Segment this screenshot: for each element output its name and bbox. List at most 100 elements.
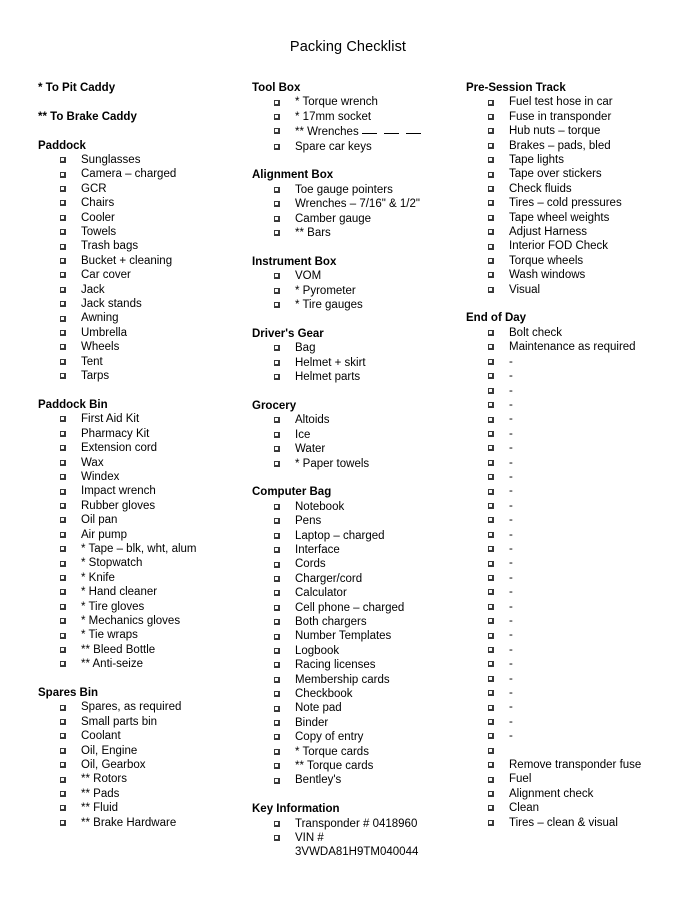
checklist-item[interactable]: - xyxy=(466,628,691,642)
checkbox-icon[interactable] xyxy=(274,763,280,770)
checkbox-icon[interactable] xyxy=(274,417,280,424)
checkbox-icon[interactable] xyxy=(60,762,66,769)
checklist-item[interactable]: Binder xyxy=(252,716,462,730)
checkbox-icon[interactable] xyxy=(488,128,494,135)
checkbox-icon[interactable] xyxy=(488,574,494,581)
checkbox-icon[interactable] xyxy=(488,200,494,207)
checklist-item[interactable]: Visual xyxy=(466,283,691,297)
checklist-item[interactable]: Bolt check xyxy=(466,326,691,340)
checkbox-icon[interactable] xyxy=(60,459,66,466)
checklist-item[interactable]: VOM xyxy=(252,269,462,283)
checkbox-icon[interactable] xyxy=(488,186,494,193)
checklist-item[interactable]: Wax xyxy=(38,456,243,470)
checkbox-icon[interactable] xyxy=(274,345,280,352)
checklist-item[interactable]: - xyxy=(466,542,691,556)
checkbox-icon[interactable] xyxy=(274,187,280,194)
checkbox-icon[interactable] xyxy=(274,503,280,510)
checklist-item[interactable] xyxy=(466,744,691,758)
checkbox-icon[interactable] xyxy=(274,99,280,106)
checklist-item[interactable]: * Pyrometer xyxy=(252,284,462,298)
checklist-item[interactable]: - xyxy=(466,672,691,686)
checkbox-icon[interactable] xyxy=(60,171,66,178)
checkbox-icon[interactable] xyxy=(488,114,494,120)
checklist-item[interactable]: - xyxy=(466,585,691,599)
checkbox-icon[interactable] xyxy=(488,546,494,553)
checkbox-icon[interactable] xyxy=(274,820,280,827)
checkbox-icon[interactable] xyxy=(274,431,280,438)
checkbox-icon[interactable] xyxy=(488,330,494,337)
checkbox-icon[interactable] xyxy=(60,546,66,553)
checkbox-icon[interactable] xyxy=(488,661,494,668)
checkbox-icon[interactable] xyxy=(60,315,66,322)
checklist-item[interactable]: Coolant xyxy=(38,729,243,743)
checkbox-icon[interactable] xyxy=(488,647,494,654)
checkbox-icon[interactable] xyxy=(274,547,280,554)
checkbox-icon[interactable] xyxy=(488,719,494,726)
checklist-item[interactable]: Number Templates xyxy=(252,629,462,643)
checkbox-icon[interactable] xyxy=(60,474,66,481)
checkbox-icon[interactable] xyxy=(488,805,494,812)
checkbox-icon[interactable] xyxy=(274,777,280,784)
checkbox-icon[interactable] xyxy=(60,618,66,625)
checklist-item[interactable]: VIN # xyxy=(252,831,462,845)
checklist-item[interactable]: Awning xyxy=(38,311,243,325)
checkbox-icon[interactable] xyxy=(60,229,66,236)
checklist-item[interactable]: Fuel xyxy=(466,772,691,786)
checkbox-icon[interactable] xyxy=(60,531,66,538)
checkbox-icon[interactable] xyxy=(274,287,280,294)
checklist-item[interactable]: Racing licenses xyxy=(252,658,462,672)
checkbox-icon[interactable] xyxy=(488,373,494,380)
checkbox-icon[interactable] xyxy=(274,633,280,640)
checklist-item[interactable]: Wrenches – 7/16" & 1/2" xyxy=(252,197,462,211)
checkbox-icon[interactable] xyxy=(488,402,494,409)
checklist-item[interactable]: Umbrella xyxy=(38,326,243,340)
checklist-item[interactable]: - xyxy=(466,556,691,570)
checkbox-icon[interactable] xyxy=(488,776,494,783)
checkbox-icon[interactable] xyxy=(488,272,494,279)
checkbox-icon[interactable] xyxy=(274,518,280,525)
checklist-item[interactable]: Tires – cold pressures xyxy=(466,196,691,210)
checklist-item[interactable]: Tires – clean & visual xyxy=(466,816,691,830)
checkbox-icon[interactable] xyxy=(274,374,280,381)
checkbox-icon[interactable] xyxy=(274,835,280,842)
checkbox-icon[interactable] xyxy=(274,114,280,120)
checkbox-icon[interactable] xyxy=(274,230,280,237)
checklist-item[interactable]: Helmet parts xyxy=(252,370,462,384)
checkbox-icon[interactable] xyxy=(60,517,66,524)
checklist-item[interactable]: ** Bars xyxy=(252,226,462,240)
checklist-item[interactable]: Oil, Gearbox xyxy=(38,758,243,772)
checklist-item[interactable]: Cords xyxy=(252,557,462,571)
checklist-item[interactable]: Trash bags xyxy=(38,239,243,253)
checklist-item[interactable]: ** Torque cards xyxy=(252,759,462,773)
checkbox-icon[interactable] xyxy=(274,575,280,582)
checklist-item[interactable]: - xyxy=(466,398,691,412)
checklist-item[interactable]: Maintenance as required xyxy=(466,340,691,354)
checkbox-icon[interactable] xyxy=(274,128,280,135)
checklist-item[interactable]: Copy of entry xyxy=(252,730,462,744)
checklist-item[interactable]: Towels xyxy=(38,225,243,239)
checklist-item[interactable]: * Hand cleaner xyxy=(38,585,243,599)
checklist-item[interactable]: - xyxy=(466,571,691,585)
checklist-item[interactable]: - xyxy=(466,499,691,513)
checkbox-icon[interactable] xyxy=(488,344,494,351)
checkbox-icon[interactable] xyxy=(60,430,66,437)
checkbox-icon[interactable] xyxy=(488,445,494,452)
checklist-item[interactable]: ** Rotors xyxy=(38,772,243,786)
checkbox-icon[interactable] xyxy=(488,229,494,236)
checkbox-icon[interactable] xyxy=(488,416,494,423)
checkbox-icon[interactable] xyxy=(60,330,66,337)
checkbox-icon[interactable] xyxy=(60,157,66,164)
checklist-item[interactable]: * Stopwatch xyxy=(38,556,243,570)
checkbox-icon[interactable] xyxy=(274,359,280,366)
checklist-item[interactable]: Sunglasses xyxy=(38,153,243,167)
checklist-item[interactable]: Fuse in transponder xyxy=(466,110,691,124)
checklist-item[interactable]: Tape over stickers xyxy=(466,167,691,181)
checkbox-icon[interactable] xyxy=(60,589,66,596)
checkbox-icon[interactable] xyxy=(488,517,494,524)
checkbox-icon[interactable] xyxy=(488,733,494,740)
checklist-item[interactable]: - xyxy=(466,355,691,369)
checklist-item[interactable]: - xyxy=(466,643,691,657)
checklist-item[interactable]: Bucket + cleaning xyxy=(38,254,243,268)
checkbox-icon[interactable] xyxy=(274,705,280,712)
checkbox-icon[interactable] xyxy=(60,632,66,639)
